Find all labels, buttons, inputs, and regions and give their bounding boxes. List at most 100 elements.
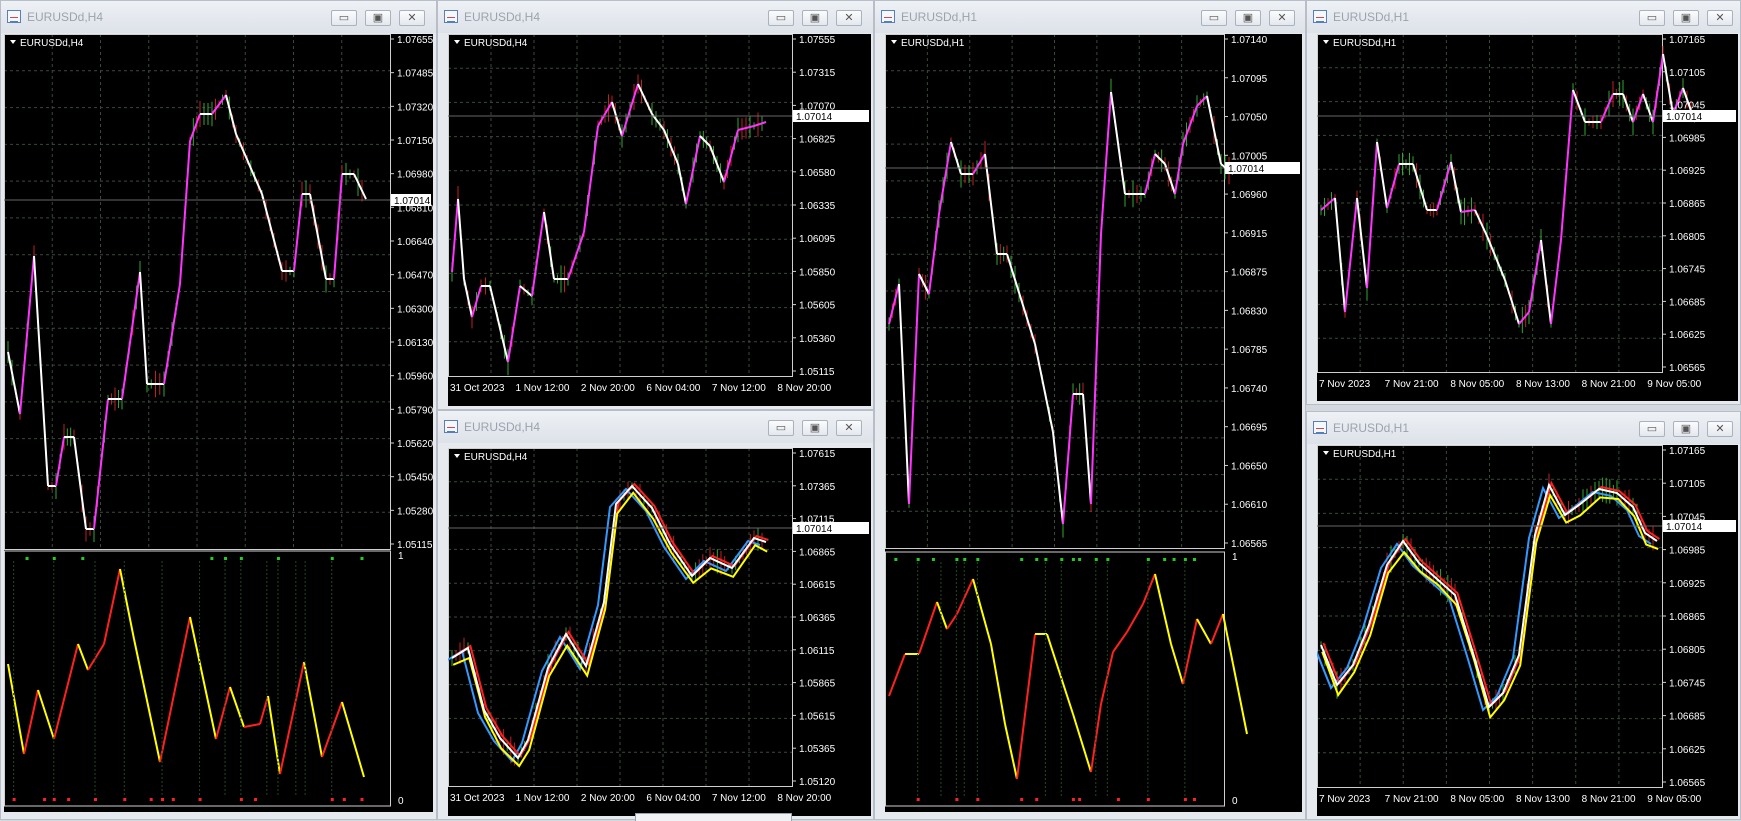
minimize-icon: ▭	[1646, 12, 1658, 24]
subwindow-min-label: 0	[1232, 796, 1238, 807]
window-titlebar[interactable]: EURUSDd,H4 ▭ ▣ ✕	[438, 1, 873, 33]
close-button[interactable]: ✕	[399, 10, 425, 26]
y-axis-label: 1.06640	[397, 237, 433, 248]
y-axis-label: 1.06625	[1669, 745, 1706, 756]
y-axis-label: 1.06130	[397, 338, 433, 349]
chart-window-1[interactable]: EURUSDd,H4 ▭ ▣ ✕ 1 0 1.07014 1.07655 1.07485…	[0, 0, 437, 820]
y-axis-label: 1.06685	[1669, 297, 1706, 308]
chart-canvas[interactable]: 1.07014 1.07165 1.07105 1.07045 1.06985 1.069…	[1317, 34, 1738, 401]
chart-window-4[interactable]: EURUSDd,H1 ▭ ▣ ✕ 1 0 1.07014 1.07140 1.07095…	[874, 0, 1306, 820]
chart-window-3[interactable]: EURUSDd,H4 ▭ ▣ ✕ 1.07014 1.07615 1.07365 1.…	[437, 410, 874, 820]
chart-menu-triangle-icon	[1323, 40, 1329, 44]
minimize-button[interactable]: ▭	[1639, 421, 1665, 437]
zigzag-segment	[235, 133, 263, 195]
chart-canvas[interactable]: 1.07014 1.07615 1.07365 1.07115 1.06865 1.066…	[448, 448, 871, 816]
oscillator-segment	[1142, 573, 1156, 605]
subwindow-min-label: 0	[398, 796, 404, 807]
y-axis-label: 1.07320	[397, 102, 433, 113]
signal-marker-bottom	[330, 798, 334, 801]
y-axis-label: 1.06985	[1669, 546, 1706, 557]
zigzag-segment	[928, 213, 940, 295]
x-axis-label: 2 Nov 20:00	[581, 383, 635, 394]
chart-area[interactable]: 1 0 1.07014 1.07655 1.07485 1.07320 1.07150 1.0…	[4, 34, 433, 812]
x-axis-label: 31 Oct 2023	[450, 383, 505, 394]
maximize-button[interactable]: ▣	[1235, 10, 1261, 26]
x-axis-label: 7 Nov 21:00	[1385, 794, 1439, 805]
signal-marker-top	[52, 557, 56, 560]
zigzag-segment	[1474, 209, 1488, 237]
zigzag-segment	[709, 145, 725, 183]
close-icon: ✕	[1277, 12, 1287, 24]
chart-window-2[interactable]: EURUSDd,H4 ▭ ▣ ✕ 1.07014 1.07555 1.07315 1.…	[437, 0, 874, 410]
window-titlebar[interactable]: EURUSDd,H4 ▭ ▣ ✕	[1, 1, 436, 33]
chart-area[interactable]: 1.07014 1.07165 1.07105 1.07045 1.06985 1.069…	[1317, 34, 1738, 401]
x-axis-label: 7 Nov 21:00	[1385, 379, 1439, 390]
zigzag-segment	[984, 153, 998, 255]
maximize-button[interactable]: ▣	[365, 10, 391, 26]
zigzag-segment	[1652, 53, 1664, 123]
oscillator-segment	[77, 643, 89, 671]
window-titlebar[interactable]: EURUSDd,H1 ▭ ▣ ✕	[1307, 412, 1740, 444]
maximize-button[interactable]: ▣	[802, 420, 828, 436]
signal-marker-top	[1106, 558, 1110, 561]
x-axis-label: 1 Nov 12:00	[515, 793, 569, 804]
maximize-button[interactable]: ▣	[1673, 421, 1699, 437]
maximize-button[interactable]: ▣	[802, 10, 828, 26]
chart-window-5[interactable]: EURUSDd,H1 ▭ ▣ ✕ 1.07014 1.07165 1.07105 1.…	[1306, 0, 1741, 405]
close-button[interactable]: ✕	[1707, 10, 1733, 26]
chart-canvas[interactable]: 1.07014 1.07555 1.07315 1.07070 1.06825 1.065…	[448, 34, 871, 406]
signal-marker-top	[931, 558, 935, 561]
y-axis-label: 1.06825	[799, 135, 836, 146]
minimize-button[interactable]: ▭	[768, 420, 794, 436]
minimize-button[interactable]: ▭	[1639, 10, 1665, 26]
x-axis-label: 7 Nov 12:00	[712, 383, 766, 394]
close-button[interactable]: ✕	[836, 10, 862, 26]
window-titlebar[interactable]: EURUSDd,H1 ▭ ▣ ✕	[1307, 1, 1740, 33]
chart-area[interactable]: 1.07014 1.07555 1.07315 1.07070 1.06825 1.065…	[448, 34, 871, 406]
window-titlebar[interactable]: EURUSDd,H1 ▭ ▣ ✕	[875, 1, 1305, 33]
close-button[interactable]: ✕	[836, 420, 862, 436]
y-axis-label: 1.07165	[1669, 35, 1706, 46]
chart-window-6[interactable]: EURUSDd,H1 ▭ ▣ ✕ 1.07014 1.07165 1.07105 1.…	[1306, 411, 1741, 820]
y-axis-label: 1.06650	[1231, 461, 1268, 472]
chart-canvas[interactable]: 101.070141.076551.074851.073201.071501.0…	[4, 34, 433, 812]
chart-area[interactable]: 1.07014 1.07165 1.07105 1.07045 1.06985 1.069…	[1317, 445, 1738, 816]
zigzag-segment	[583, 125, 599, 233]
zigzag-segment	[19, 255, 35, 415]
chart-canvas[interactable]: 1.07014 1.07165 1.07105 1.07045 1.06985 1.069…	[1317, 445, 1738, 816]
y-axis-label: 1.06625	[1669, 330, 1706, 341]
chart-window-icon	[1313, 10, 1327, 23]
close-button[interactable]: ✕	[1269, 10, 1295, 26]
zigzag-segment	[1386, 163, 1400, 209]
zigzag-segment	[1006, 253, 1036, 345]
moving-average-line	[448, 487, 761, 763]
y-axis-label: 1.07045	[1669, 101, 1706, 112]
chart-area[interactable]: 1 0 1.07014 1.07140 1.07095 1.07050 1.07005 1.0…	[885, 34, 1302, 812]
y-axis-label: 1.07315	[799, 68, 836, 79]
signal-marker-bottom	[254, 798, 258, 801]
y-axis-label: 1.06695	[1231, 423, 1268, 434]
x-axis-label: 8 Nov 13:00	[1516, 794, 1570, 805]
window-titlebar[interactable]: EURUSDd,H4 ▭ ▣ ✕	[438, 411, 873, 443]
oscillator-segment	[229, 686, 245, 728]
y-axis-label: 1.07070	[799, 101, 836, 112]
chart-menu-triangle-icon	[454, 454, 460, 458]
close-button[interactable]: ✕	[1707, 421, 1733, 437]
zigzag-segment	[309, 193, 327, 280]
current-price-label: 1.07014	[1666, 522, 1703, 533]
chart-area[interactable]: 1.07014 1.07615 1.07365 1.07115 1.06865 1.066…	[448, 448, 871, 816]
y-axis-label: 1.05120	[799, 777, 836, 788]
minimize-button[interactable]: ▭	[1201, 10, 1227, 26]
minimize-button[interactable]: ▭	[331, 10, 357, 26]
oscillator-segment	[1126, 603, 1144, 633]
signal-marker-top	[1078, 558, 1082, 561]
chart-symbol-label: EURUSDd,H1	[901, 38, 965, 49]
y-axis-label: 1.06810	[397, 203, 433, 214]
subwindow-max-label: 1	[1232, 552, 1238, 563]
y-axis-label: 1.06925	[1669, 166, 1706, 177]
maximize-button[interactable]: ▣	[1673, 10, 1699, 26]
minimize-button[interactable]: ▭	[768, 10, 794, 26]
signal-marker-bottom	[52, 798, 56, 801]
y-axis-label: 1.06805	[1669, 645, 1706, 656]
chart-canvas[interactable]: 1 0 1.07014 1.07140 1.07095 1.07050 1.07005 1.0…	[885, 34, 1302, 812]
